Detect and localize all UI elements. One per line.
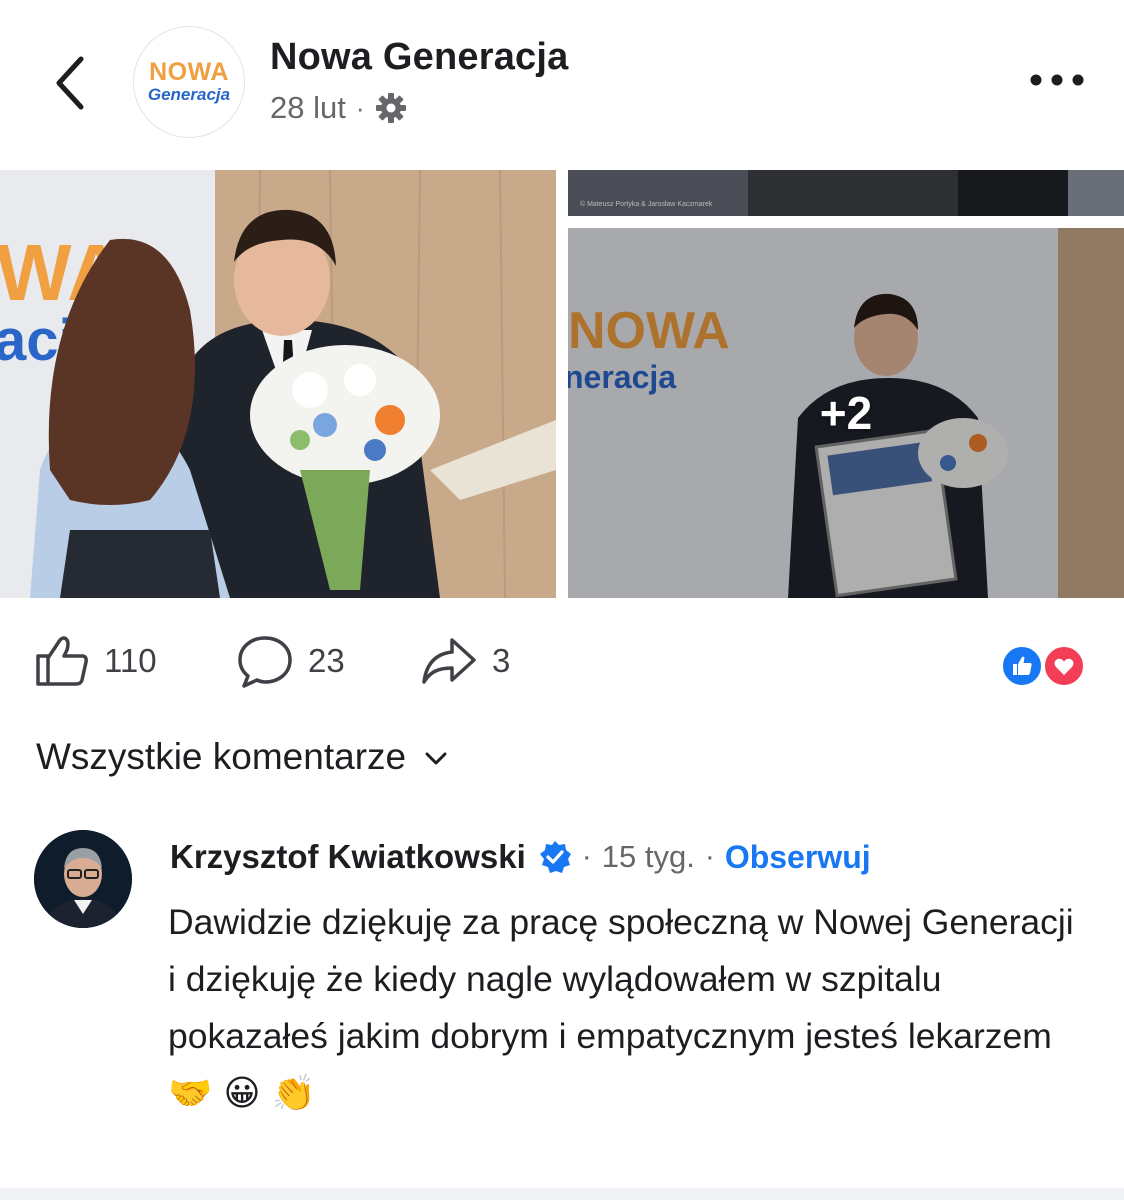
bottom-divider (0, 1188, 1124, 1200)
page-name[interactable]: Nowa Generacja (270, 36, 569, 79)
photo-secondary-top-image: © Mateusz Portyka & Jarosław Kaczmarek (568, 170, 1124, 216)
chevron-down-icon (425, 752, 447, 765)
meta-separator: · (355, 92, 365, 123)
comments-filter-dropdown[interactable]: Wszystkie komentarze (36, 736, 448, 778)
logo-line-2: Generacja (147, 85, 231, 104)
more-photos-overlay[interactable]: +2 (568, 228, 1124, 598)
comments-filter-label: Wszystkie komentarze (36, 736, 407, 777)
verified-badge-icon (539, 841, 571, 873)
share-count: 3 (492, 642, 511, 679)
chevron-left-icon (56, 56, 84, 110)
post-header: NOWA Generacja Nowa Generacja 28 lut · (0, 0, 1124, 170)
share-arrow-icon (422, 638, 476, 684)
post-date: 28 lut (270, 90, 346, 125)
like-button[interactable]: 110 (34, 634, 157, 688)
share-button[interactable]: 3 (420, 634, 510, 688)
comment-author[interactable]: Krzysztof Kwiatkowski (170, 838, 526, 876)
photo-watermark: © Mateusz Portyka & Jarosław Kaczmarek (580, 200, 713, 208)
like-reaction-icon (1000, 644, 1044, 688)
like-count: 110 (104, 642, 157, 679)
page-avatar[interactable]: NOWA Generacja (133, 26, 245, 138)
post-meta: 28 lut · (270, 90, 407, 126)
comment-time: 15 tyg. (601, 839, 695, 874)
comment-emojis: 🤝 😀 👏 (168, 1073, 316, 1114)
comment-bubble-icon (238, 636, 292, 688)
comment-body: Dawidzie dziękuję za pracę społeczną w N… (168, 894, 1088, 1122)
follow-button[interactable]: Obserwuj (725, 839, 871, 876)
comment-separator: · (704, 840, 715, 873)
commenter-avatar[interactable] (34, 830, 132, 928)
thumbs-up-icon (36, 636, 88, 686)
photo-grid: WA aci © Mateusz Portyka & Jarosław Kacz… (0, 170, 1124, 598)
photo-secondary-bottom[interactable]: NOWA neracja +2 (568, 228, 1124, 598)
more-options-button[interactable] (1025, 58, 1089, 102)
reaction-summary[interactable] (1000, 644, 1094, 688)
comment-button[interactable]: 23 (236, 634, 345, 688)
gear-icon (375, 93, 406, 123)
post-actions: 110 23 3 (0, 628, 1124, 698)
back-button[interactable] (40, 48, 100, 118)
comment-count: 23 (308, 642, 345, 679)
love-reaction-icon (1042, 644, 1086, 688)
photo-main[interactable]: WA aci (0, 170, 556, 598)
more-dots-icon (1030, 74, 1084, 86)
comment-text: Dawidzie dziękuję za pracę społeczną w N… (168, 902, 1074, 1056)
logo-line-1: NOWA (149, 58, 229, 86)
comment-header: Krzysztof Kwiatkowski · 15 tyg. · Obserw… (170, 838, 871, 876)
more-photos-count: +2 (819, 387, 873, 439)
photo-secondary-top[interactable]: © Mateusz Portyka & Jarosław Kaczmarek (568, 170, 1124, 216)
comment-separator: · (581, 840, 592, 873)
photo-main-image: WA aci (0, 170, 556, 598)
